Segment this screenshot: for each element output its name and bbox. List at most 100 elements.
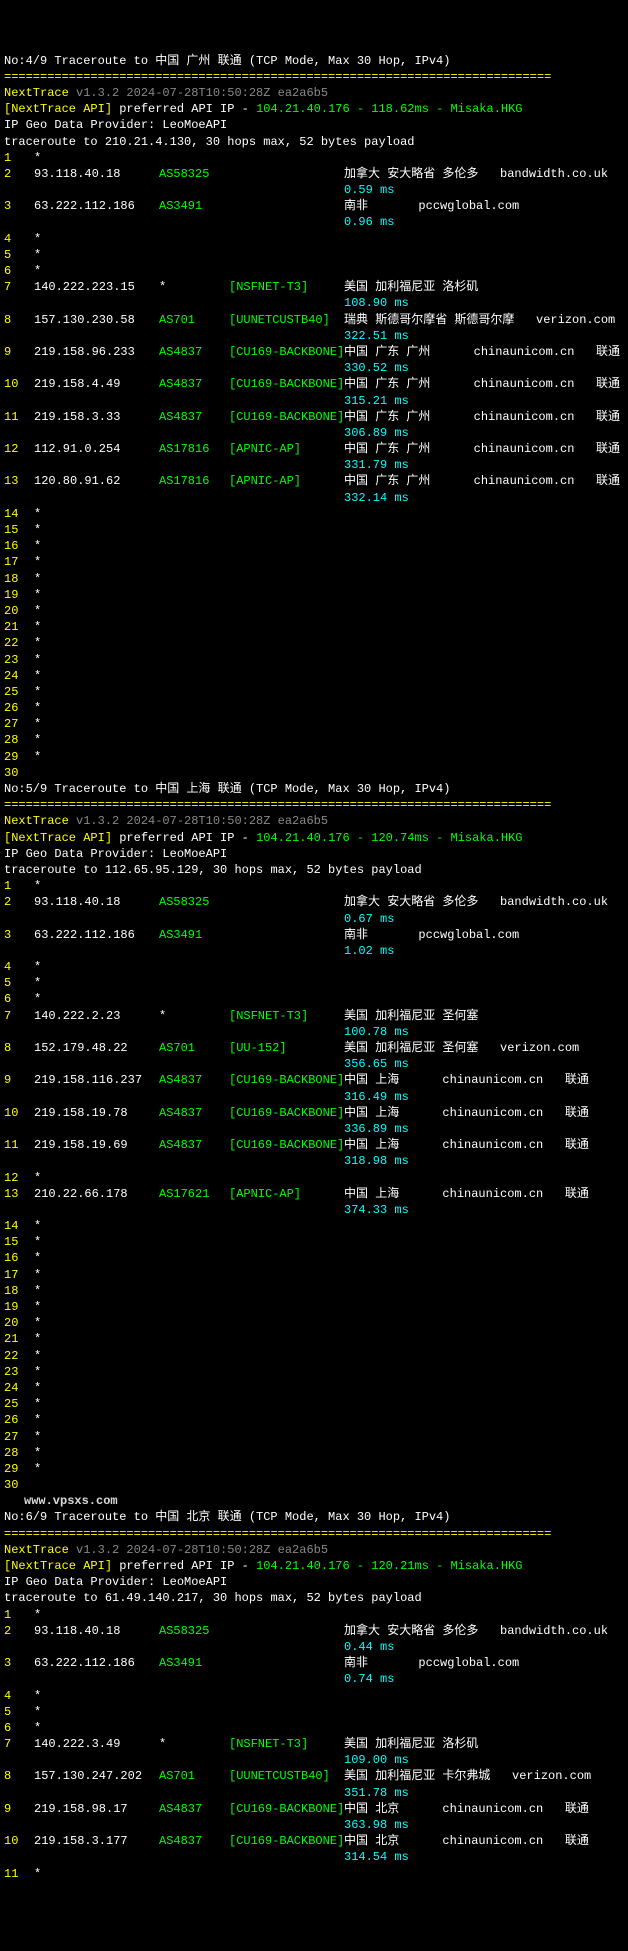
separator: ========================================… — [4, 798, 551, 812]
hop-location: 南非 — [344, 928, 418, 942]
hop-row: 7140.222.2.23*[NSFNET-T3]美国 加利福尼亚 圣何塞 — [4, 1008, 624, 1024]
hop-host: chinaunicom.cn — [442, 1106, 543, 1120]
hop-row: 10219.158.19.78AS4837[CU169-BACKBONE]中国 … — [4, 1105, 624, 1121]
hop-star: * — [34, 1461, 41, 1477]
hop-latency: 336.89 ms — [344, 1121, 409, 1137]
hop-number: 4 — [4, 959, 34, 975]
hop-row: 6* — [4, 263, 624, 279]
latency-row: 0.59 ms — [4, 182, 624, 198]
hop-asn: * — [159, 279, 229, 295]
hop-ip: 63.222.112.186 — [34, 1655, 159, 1671]
hop-row: 9219.158.98.17AS4837[CU169-BACKBONE]中国 北… — [4, 1801, 624, 1817]
hop-row: 1* — [4, 1607, 624, 1623]
hop-bracket — [229, 894, 344, 910]
trace-line: traceroute to 61.49.140.217, 30 hops max… — [4, 1591, 422, 1605]
hop-number: 28 — [4, 732, 34, 748]
hop-host: bandwidth.co.uk — [500, 895, 608, 909]
latency-row: 109.00 ms — [4, 1752, 624, 1768]
hop-row: 6* — [4, 991, 624, 1007]
hop-row: 293.118.40.18AS58325加拿大 安大略省 多伦多 bandwid… — [4, 894, 624, 910]
hop-location-cell: 加拿大 安大略省 多伦多 bandwidth.co.uk — [344, 1623, 624, 1639]
hop-row: 10219.158.4.49AS4837[CU169-BACKBONE]中国 广… — [4, 376, 624, 392]
hop-bracket: [UUNETCUSTB40] — [229, 312, 344, 328]
hop-row: 12* — [4, 1170, 624, 1186]
latency-row: 100.78 ms — [4, 1024, 624, 1040]
hop-number: 2 — [4, 894, 34, 910]
hop-row: 22* — [4, 1348, 624, 1364]
hop-row: 293.118.40.18AS58325加拿大 安大略省 多伦多 bandwid… — [4, 166, 624, 182]
hop-star: * — [34, 1364, 41, 1380]
hop-number: 26 — [4, 1412, 34, 1428]
hop-number: 3 — [4, 198, 34, 214]
hop-ip: 219.158.98.17 — [34, 1801, 159, 1817]
hop-bracket — [229, 198, 344, 214]
hop-star: * — [34, 1445, 41, 1461]
hop-star: * — [34, 668, 41, 684]
hop-row: 24* — [4, 1380, 624, 1396]
hop-row: 24* — [4, 668, 624, 684]
hop-number: 12 — [4, 1170, 34, 1186]
hop-number: 17 — [4, 554, 34, 570]
hop-number: 6 — [4, 1720, 34, 1736]
hop-row: 11* — [4, 1866, 624, 1882]
hop-location-cell: 美国 加利福尼亚 圣何塞 verizon.com — [344, 1040, 624, 1056]
hop-star: * — [34, 684, 41, 700]
hop-row: 20* — [4, 603, 624, 619]
hop-star: * — [34, 587, 41, 603]
hop-row: 25* — [4, 684, 624, 700]
hop-number: 21 — [4, 1331, 34, 1347]
nexttrace-line: NextTrace v1.3.2 2024-07-28T10:50:28Z ea… — [4, 85, 624, 101]
hop-asn: AS3491 — [159, 1655, 229, 1671]
pad — [4, 1024, 344, 1040]
hop-extra: 联通 — [574, 377, 620, 391]
hop-number: 7 — [4, 1008, 34, 1024]
hop-extra: 联通 — [543, 1187, 589, 1201]
hop-host: chinaunicom.cn — [442, 1138, 543, 1152]
version: v1.3.2 2024-07-28T10:50:28Z ea2a6b5 — [76, 1543, 328, 1557]
latency-row: 314.54 ms — [4, 1849, 624, 1865]
hop-number: 24 — [4, 668, 34, 684]
hop-number: 21 — [4, 619, 34, 635]
hop-location: 中国 广东 广州 — [344, 345, 474, 359]
hop-number: 16 — [4, 1250, 34, 1266]
hop-number: 20 — [4, 1315, 34, 1331]
hop-location: 美国 加利福尼亚 洛杉矶 — [344, 1737, 500, 1751]
hop-star: * — [34, 231, 41, 247]
hop-number: 19 — [4, 587, 34, 603]
hop-host: chinaunicom.cn — [442, 1187, 543, 1201]
pad — [4, 943, 344, 959]
hop-location: 南非 — [344, 1656, 418, 1670]
hop-number: 11 — [4, 409, 34, 425]
hop-row: 5* — [4, 1704, 624, 1720]
hop-number: 30 — [4, 765, 34, 781]
hop-bracket — [229, 927, 344, 943]
latency-row: 0.74 ms — [4, 1671, 624, 1687]
hop-row: 1* — [4, 878, 624, 894]
hop-extra: 联通 — [574, 442, 620, 456]
hop-number: 3 — [4, 927, 34, 943]
hop-location-cell: 美国 加利福尼亚 圣何塞 — [344, 1008, 624, 1024]
latency-row: 351.78 ms — [4, 1785, 624, 1801]
hop-number: 23 — [4, 652, 34, 668]
hop-star: * — [34, 1348, 41, 1364]
hop-number: 7 — [4, 279, 34, 295]
hop-star: * — [34, 716, 41, 732]
hop-number: 29 — [4, 749, 34, 765]
hop-extra: 联通 — [543, 1138, 589, 1152]
version: v1.3.2 2024-07-28T10:50:28Z ea2a6b5 — [76, 86, 328, 100]
hop-latency: 318.98 ms — [344, 1153, 409, 1169]
hop-asn: AS4837 — [159, 376, 229, 392]
hop-number: 10 — [4, 376, 34, 392]
hop-host: pccwglobal.com — [418, 928, 519, 942]
hop-number: 9 — [4, 344, 34, 360]
hop-bracket: [CU169-BACKBONE] — [229, 1072, 344, 1088]
api-line: [NextTrace API] preferred API IP - 104.2… — [4, 101, 624, 117]
geo-provider: IP Geo Data Provider: LeoMoeAPI — [4, 1575, 227, 1589]
hop-ip: 219.158.4.49 — [34, 376, 159, 392]
latency-row: 363.98 ms — [4, 1817, 624, 1833]
hop-star: * — [34, 991, 41, 1007]
hop-location: 美国 加利福尼亚 洛杉矶 — [344, 280, 500, 294]
hop-number: 6 — [4, 991, 34, 1007]
hop-row: 27* — [4, 716, 624, 732]
section-header: No:4/9 Traceroute to 中国 广州 联通 (TCP Mode,… — [4, 54, 450, 68]
